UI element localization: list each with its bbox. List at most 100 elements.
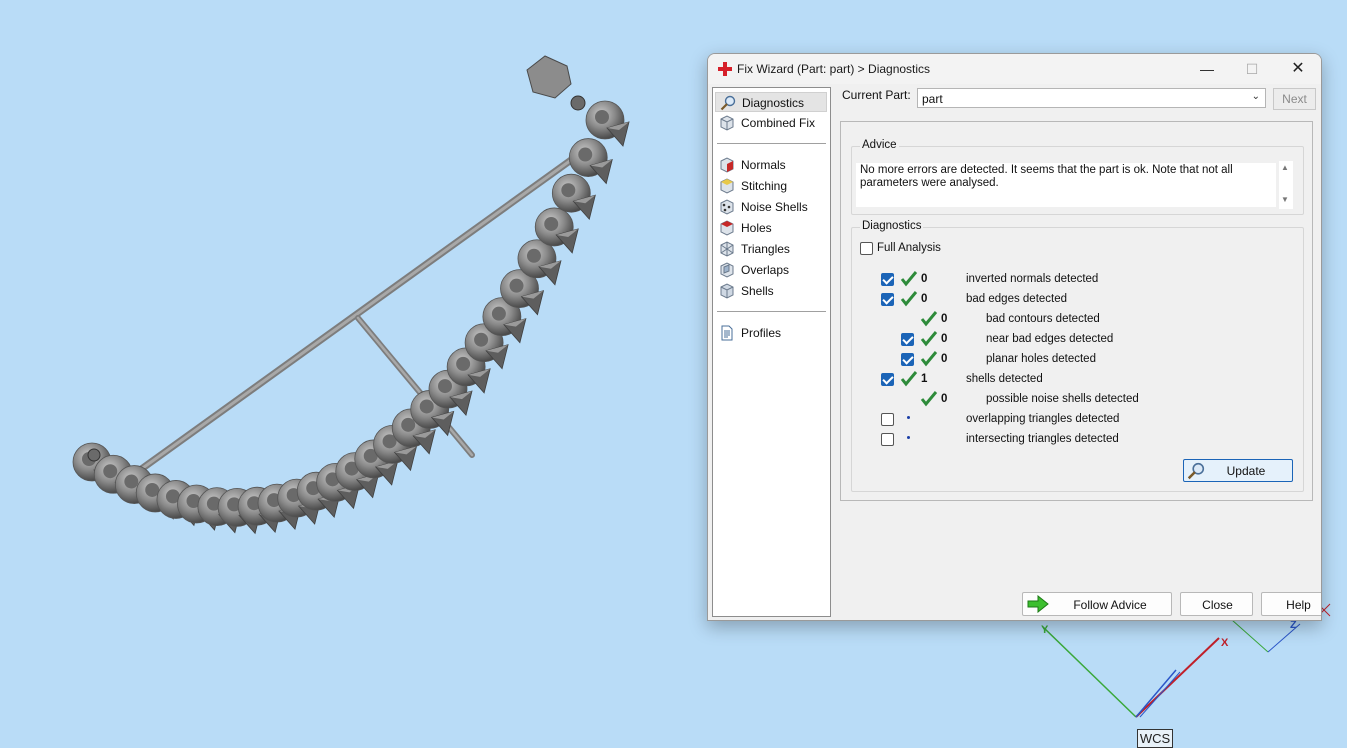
advice-text: No more errors are detected. It seems th… bbox=[856, 163, 1276, 207]
title-bar[interactable]: Fix Wizard (Part: part) > Diagnostics — … bbox=[708, 54, 1321, 84]
wizard-nav: Diagnostics Combined Fix Normals Stitchi… bbox=[712, 87, 831, 617]
nav-item-stitching[interactable]: Stitching bbox=[715, 176, 827, 196]
overlaps-cube-icon bbox=[720, 262, 734, 278]
nav-item-holes[interactable]: Holes bbox=[715, 218, 827, 238]
help-button[interactable]: Help bbox=[1261, 592, 1321, 616]
follow-advice-label: Follow Advice bbox=[1073, 598, 1147, 612]
nav-item-shells[interactable]: Shells bbox=[715, 281, 827, 301]
holes-cube-icon bbox=[720, 220, 734, 236]
diagnostic-checkbox[interactable] bbox=[901, 333, 914, 346]
diagnostic-row: 0 near bad edges detected bbox=[852, 330, 1292, 350]
diagnostics-panel: Advice No more errors are detected. It s… bbox=[840, 121, 1313, 501]
diagnostic-row: intersecting triangles detected bbox=[852, 430, 1292, 450]
diagnostic-label: possible noise shells detected bbox=[986, 393, 1139, 405]
diagnostic-label: intersecting triangles detected bbox=[966, 433, 1119, 445]
diagnostic-count: 0 bbox=[921, 293, 928, 305]
check-icon bbox=[920, 351, 938, 367]
diagnostic-label: bad edges detected bbox=[966, 293, 1068, 305]
current-part-value: part bbox=[922, 92, 943, 106]
diagnostic-count: 0 bbox=[941, 393, 948, 405]
nav-item-normals[interactable]: Normals bbox=[715, 155, 827, 175]
follow-advice-button[interactable]: Follow Advice bbox=[1022, 592, 1172, 616]
full-analysis-label: Full Analysis bbox=[877, 242, 941, 254]
normals-cube-icon bbox=[720, 157, 734, 173]
diagnostic-row: 1 shells detected bbox=[852, 370, 1292, 390]
advice-scrollbar[interactable]: ▲ ▼ bbox=[1279, 161, 1293, 209]
diagnostic-label: bad contours detected bbox=[986, 313, 1100, 325]
maximize-button[interactable]: ☐ bbox=[1229, 54, 1275, 84]
diagnostic-checkbox[interactable] bbox=[881, 373, 894, 386]
diagnostic-row: 0 bad contours detected bbox=[852, 310, 1292, 330]
nav-item-noise-shells[interactable]: Noise Shells bbox=[715, 197, 827, 217]
chevron-down-icon: ⌄ bbox=[1251, 91, 1260, 102]
diagnostic-count: 1 bbox=[921, 373, 928, 385]
nav-label: Overlaps bbox=[741, 263, 790, 277]
nav-item-combined-fix[interactable]: Combined Fix bbox=[715, 113, 827, 133]
diagnostic-label: inverted normals detected bbox=[966, 273, 1099, 285]
fix-wizard-dialog: Fix Wizard (Part: part) > Diagnostics — … bbox=[707, 53, 1322, 621]
scroll-down-icon[interactable]: ▼ bbox=[1281, 195, 1289, 204]
diagnostic-row: overlapping triangles detected bbox=[852, 410, 1292, 430]
axis-x-label: X bbox=[1221, 637, 1229, 649]
nav-item-profiles[interactable]: Profiles bbox=[715, 323, 827, 343]
diagnostic-checkbox[interactable] bbox=[881, 433, 894, 446]
current-part-select[interactable]: part ⌄ bbox=[917, 88, 1266, 108]
diagnostic-row: 0 inverted normals detected bbox=[852, 270, 1292, 290]
triangles-icon bbox=[720, 241, 734, 257]
axis-y-label: Y bbox=[1041, 624, 1049, 636]
diagnostic-row: 0 bad edges detected bbox=[852, 290, 1292, 310]
diagnostic-checkbox[interactable] bbox=[881, 413, 894, 426]
diagnostic-checkbox[interactable] bbox=[881, 273, 894, 286]
check-icon bbox=[900, 271, 918, 287]
diagnostic-row: 0 possible noise shells detected bbox=[852, 390, 1292, 410]
pending-dot-icon bbox=[907, 416, 910, 419]
check-icon bbox=[920, 311, 938, 327]
update-button[interactable]: Update bbox=[1183, 459, 1293, 482]
nav-label: Noise Shells bbox=[741, 200, 808, 214]
close-window-button[interactable]: ✕ bbox=[1275, 54, 1321, 84]
pending-dot-icon bbox=[907, 436, 910, 439]
check-icon bbox=[900, 291, 918, 307]
diagnostics-title: Diagnostics bbox=[860, 220, 924, 232]
diagnostic-count: 0 bbox=[941, 333, 948, 345]
green-arrow-icon bbox=[1027, 595, 1049, 613]
nav-separator bbox=[717, 311, 826, 312]
next-button[interactable]: Next bbox=[1273, 88, 1316, 110]
red-cross-icon bbox=[718, 62, 732, 76]
check-icon bbox=[920, 331, 938, 347]
wcs-label: WCS bbox=[1137, 729, 1173, 748]
advice-title: Advice bbox=[860, 139, 899, 151]
nav-label: Profiles bbox=[741, 326, 782, 340]
nav-item-overlaps[interactable]: Overlaps bbox=[715, 260, 827, 280]
diagnostic-label: planar holes detected bbox=[986, 353, 1096, 365]
diagnostic-label: overlapping triangles detected bbox=[966, 413, 1120, 425]
current-part-label: Current Part: bbox=[842, 88, 911, 102]
nav-label: Diagnostics bbox=[742, 96, 805, 110]
nav-item-diagnostics[interactable]: Diagnostics bbox=[715, 92, 827, 112]
cube-icon bbox=[720, 115, 734, 131]
help-label: Help bbox=[1286, 598, 1311, 612]
nav-separator bbox=[717, 143, 826, 144]
check-icon bbox=[900, 371, 918, 387]
diagnostic-checkbox[interactable] bbox=[881, 293, 894, 306]
minimize-button[interactable]: — bbox=[1184, 54, 1230, 84]
scroll-up-icon[interactable]: ▲ bbox=[1281, 163, 1289, 172]
close-button[interactable]: Close bbox=[1180, 592, 1253, 616]
noise-shells-icon bbox=[720, 199, 734, 215]
nav-label: Normals bbox=[741, 158, 786, 172]
magnifier-icon bbox=[720, 95, 736, 111]
advice-group: Advice No more errors are detected. It s… bbox=[851, 139, 1304, 215]
full-analysis-checkbox[interactable] bbox=[860, 242, 873, 255]
diagnostic-label: shells detected bbox=[966, 373, 1043, 385]
nav-label: Shells bbox=[741, 284, 774, 298]
diagnostic-label: near bad edges detected bbox=[986, 333, 1114, 345]
diagnostic-checkbox[interactable] bbox=[901, 353, 914, 366]
nav-item-triangles[interactable]: Triangles bbox=[715, 239, 827, 259]
update-label: Update bbox=[1226, 464, 1266, 478]
dialog-title: Fix Wizard (Part: part) > Diagnostics bbox=[737, 62, 931, 76]
diagnostics-group: Diagnostics Full Analysis 0 inverted norm… bbox=[851, 220, 1304, 492]
nav-label: Combined Fix bbox=[741, 116, 816, 130]
shells-cube-icon bbox=[720, 283, 734, 299]
stitching-cube-icon bbox=[720, 178, 734, 194]
check-icon bbox=[920, 391, 938, 407]
